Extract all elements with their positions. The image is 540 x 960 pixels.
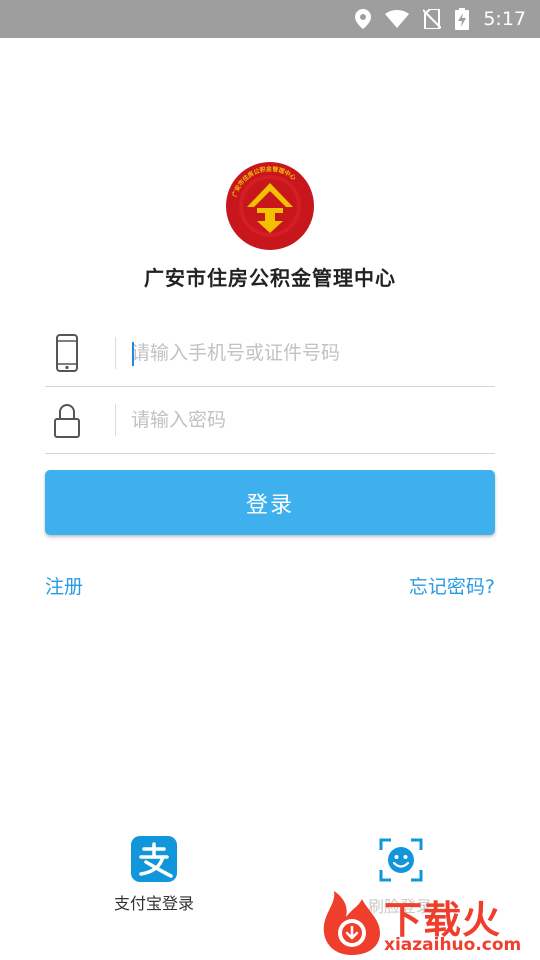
password-input[interactable] bbox=[131, 397, 481, 443]
housing-fund-logo: 广安市住房公积金管理中心 bbox=[226, 162, 314, 250]
field-divider bbox=[115, 404, 116, 436]
alipay-login-label: 支付宝登录 bbox=[113, 894, 194, 913]
forgot-password-link[interactable]: 忘记密码? bbox=[409, 572, 495, 599]
battery-charging-icon bbox=[455, 8, 470, 30]
watermark: 下载火 xiazaihuo.com bbox=[318, 885, 540, 960]
status-bar: 5:17 bbox=[0, 0, 540, 38]
watermark-domain: xiazaihuo.com bbox=[384, 935, 522, 955]
wifi-icon bbox=[385, 10, 410, 28]
flame-logo-icon bbox=[323, 891, 380, 955]
no-sim-icon bbox=[423, 9, 442, 29]
alipay-icon bbox=[131, 836, 177, 882]
register-link[interactable]: 注册 bbox=[45, 572, 83, 599]
lock-icon bbox=[54, 404, 80, 438]
text-cursor bbox=[132, 342, 134, 366]
organization-title: 广安市住房公积金管理中心 bbox=[144, 266, 396, 290]
phone-id-input[interactable] bbox=[131, 330, 481, 376]
phone-field-row bbox=[45, 320, 495, 387]
face-scan-icon[interactable] bbox=[379, 838, 423, 882]
status-icons: 5:17 bbox=[355, 0, 540, 38]
alipay-login-button[interactable]: 支付宝登录 bbox=[104, 836, 204, 916]
password-field-row bbox=[45, 387, 495, 454]
field-divider bbox=[115, 337, 116, 369]
location-icon bbox=[355, 9, 372, 29]
clock: 5:17 bbox=[483, 8, 526, 30]
phone-icon bbox=[56, 334, 78, 372]
login-button[interactable]: 登录 bbox=[45, 470, 495, 535]
